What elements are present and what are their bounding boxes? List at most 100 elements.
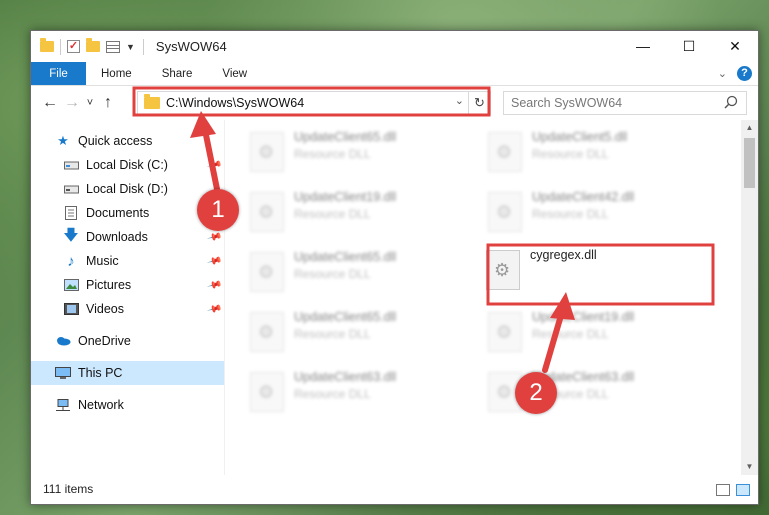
file-item[interactable]: UpdateClient65.dll Resource DLL <box>226 244 446 302</box>
file-type: Resource DLL <box>532 147 609 161</box>
sidebar-item-label: Documents <box>86 206 150 220</box>
window-title: SysWOW64 <box>155 39 227 54</box>
music-icon: ♪ <box>67 252 75 270</box>
up-button[interactable]: ↑ <box>97 94 119 112</box>
maximize-button[interactable]: ☐ <box>666 31 712 61</box>
file-name: UpdateClient19.dll <box>532 310 635 324</box>
step-badge-2: 2 <box>515 372 557 414</box>
sidebar-item-label: This PC <box>78 366 123 380</box>
file-item[interactable]: UpdateClient19.dll Resource DLL <box>226 184 446 242</box>
sidebar-item-local-disk-c[interactable]: Local Disk (C:) 📌 <box>31 153 224 177</box>
file-type: Resource DLL <box>294 207 371 221</box>
scroll-up-icon[interactable]: ▲ <box>741 120 758 136</box>
sidebar-item-label: OneDrive <box>78 334 131 348</box>
file-type: Resource DLL <box>294 387 371 401</box>
sidebar-item-network[interactable]: Network <box>31 393 224 417</box>
pin-icon[interactable]: 📌 <box>206 253 222 269</box>
sidebar-item-documents[interactable]: Documents 📌 <box>31 201 224 225</box>
scrollbar-thumb[interactable] <box>744 138 755 188</box>
tab-file[interactable]: File <box>31 62 86 85</box>
address-path[interactable]: C:\Windows\SysWOW64 <box>166 96 304 110</box>
dll-file-icon <box>250 252 284 292</box>
sidebar-item-music[interactable]: ♪ Music 📌 <box>31 249 224 273</box>
sidebar-item-quick-access[interactable]: ★ Quick access <box>31 129 224 153</box>
file-item[interactable]: UpdateClient63.dllResource DLL <box>464 364 684 422</box>
chevron-down-icon[interactable]: ⌄ <box>718 67 727 80</box>
file-item[interactable]: UpdateClient65.dll Resource DLL <box>226 124 446 182</box>
sidebar-item-this-pc[interactable]: This PC <box>31 361 224 385</box>
close-button[interactable]: ✕ <box>712 31 758 61</box>
file-item[interactable]: UpdateClient19.dll Resource DLL <box>464 304 684 362</box>
item-count: 111 items <box>43 482 94 496</box>
chevron-down-icon[interactable]: ⌄ <box>455 94 464 107</box>
tiles-view-icon[interactable] <box>736 484 750 496</box>
ribbon-tabs: File Home Share View ⌄ ? <box>31 62 758 86</box>
tab-view[interactable]: View <box>207 62 262 85</box>
file-type: Resource DLL <box>532 207 609 221</box>
tab-home[interactable]: Home <box>86 62 147 85</box>
sidebar-item-label: Downloads <box>86 230 148 244</box>
refresh-button[interactable]: ↻ <box>468 92 490 114</box>
dll-file-icon <box>486 250 520 290</box>
pictures-icon <box>63 278 79 292</box>
file-item[interactable]: UpdateClient63.dllResource DLL <box>226 364 446 422</box>
pin-icon[interactable]: 📌 <box>206 157 222 173</box>
navigation-pane: ★ Quick access Local Disk (C:) 📌 Local D… <box>31 120 225 475</box>
address-bar[interactable]: C:\Windows\SysWOW64 ⌄ ↻ <box>137 91 491 115</box>
network-icon <box>55 398 71 412</box>
window-controls: — ☐ ✕ <box>620 31 758 61</box>
drive-icon <box>63 158 79 172</box>
pin-icon[interactable]: 📌 <box>206 301 222 317</box>
navigation-bar: ← → ˅ ↑ C:\Windows\SysWOW64 ⌄ ↻ Search S… <box>31 86 758 120</box>
help-icon[interactable]: ? <box>737 66 752 81</box>
search-icon <box>724 95 738 109</box>
file-item[interactable]: UpdateClient42.dll Resource DLL <box>464 184 684 242</box>
file-item[interactable]: UpdateClient5.dll Resource DLL <box>464 124 684 182</box>
sidebar-item-pictures[interactable]: Pictures 📌 <box>31 273 224 297</box>
properties-icon[interactable] <box>106 40 120 53</box>
sidebar-item-label: Pictures <box>86 278 132 292</box>
pin-icon[interactable]: 📌 <box>206 229 222 245</box>
dll-file-icon <box>250 192 284 232</box>
file-explorer-window: ✓ ▼ SysWOW64 — ☐ ✕ File Home Share View … <box>30 30 759 505</box>
divider <box>142 38 144 55</box>
file-name: UpdateClient65.dll <box>294 130 397 144</box>
search-input[interactable]: Search SysWOW64 <box>503 91 747 115</box>
file-item-cygregex[interactable]: cygregex.dll <box>462 244 686 302</box>
tab-share[interactable]: Share <box>147 62 208 85</box>
file-type: Resource DLL <box>532 327 609 341</box>
pin-icon[interactable]: 📌 <box>206 277 222 293</box>
forward-button[interactable]: → <box>61 94 83 112</box>
sidebar-item-onedrive[interactable]: OneDrive <box>31 329 224 353</box>
sidebar-item-videos[interactable]: Videos 📌 <box>31 297 224 321</box>
vertical-scrollbar[interactable]: ▲ ▼ <box>741 120 758 475</box>
file-name: UpdateClient5.dll <box>532 130 628 144</box>
back-button[interactable]: ← <box>39 94 61 112</box>
view-toggle <box>716 484 750 496</box>
new-folder-icon[interactable] <box>86 38 100 52</box>
details-view-icon[interactable] <box>716 484 730 496</box>
star-icon: ★ <box>57 133 69 148</box>
qat-dropdown-icon[interactable]: ▼ <box>126 42 135 52</box>
file-name: UpdateClient65.dll <box>294 310 397 324</box>
file-name: UpdateClient42.dll <box>532 190 635 204</box>
file-name: UpdateClient65.dll <box>294 250 397 264</box>
sidebar-item-local-disk-d[interactable]: Local Disk (D:) <box>31 177 224 201</box>
sidebar-item-label: Videos <box>86 302 124 316</box>
quick-access-toolbar: ✓ ▼ <box>31 38 135 55</box>
minimize-button[interactable]: — <box>620 31 666 61</box>
folder-icon <box>40 38 54 52</box>
drive-icon <box>63 182 79 196</box>
scroll-down-icon[interactable]: ▼ <box>741 459 758 475</box>
file-name: cygregex.dll <box>530 248 597 262</box>
file-item[interactable]: UpdateClient65.dll Resource DLL <box>226 304 446 362</box>
dll-file-icon <box>250 372 284 412</box>
sidebar-item-label: Network <box>78 398 124 412</box>
recent-locations-icon[interactable]: ˅ <box>83 97 97 109</box>
file-type: Resource DLL <box>294 327 371 341</box>
dll-file-icon <box>250 132 284 172</box>
file-list: UpdateClient65.dll Resource DLL UpdateCli… <box>226 120 741 475</box>
properties-check-icon[interactable]: ✓ <box>67 40 80 53</box>
sidebar-item-downloads[interactable]: 🡇 Downloads 📌 <box>31 225 224 249</box>
file-type: Resource DLL <box>294 267 371 281</box>
